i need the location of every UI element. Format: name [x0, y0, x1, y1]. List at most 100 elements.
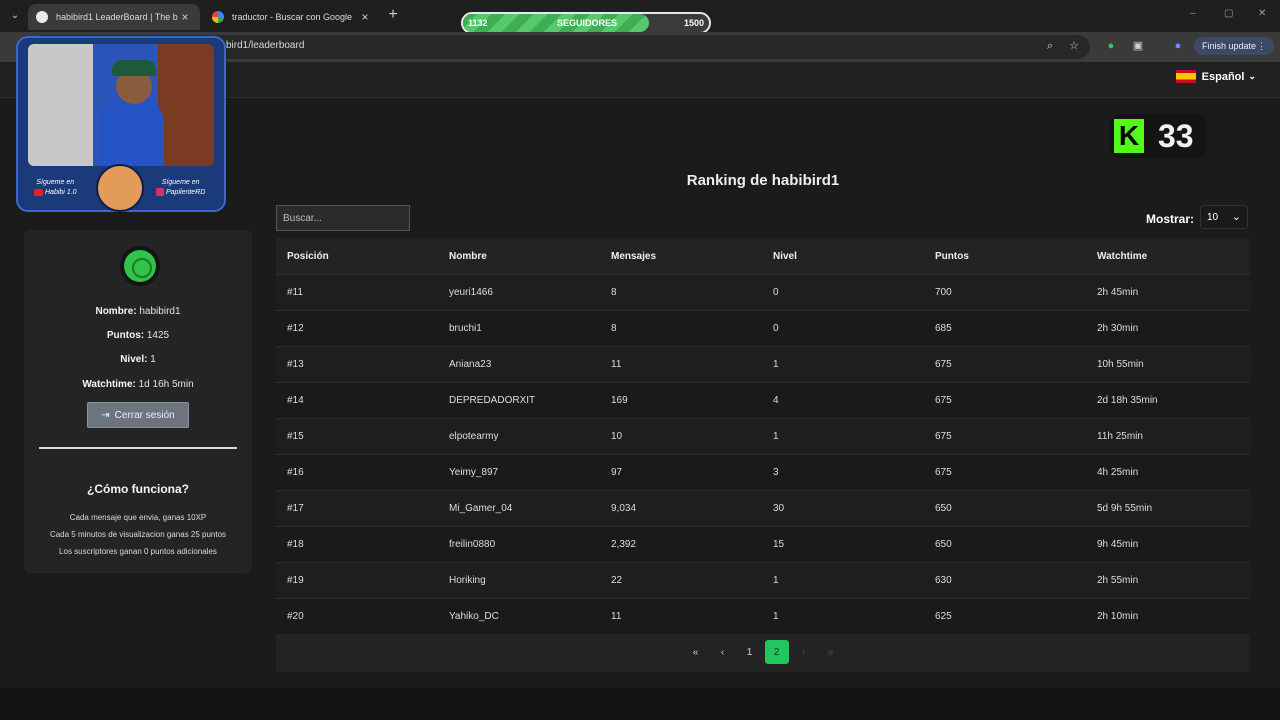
header-points[interactable]: Puntos [924, 251, 1086, 262]
table-header: Posición Nombre Mensajes Nivel Puntos Wa… [276, 238, 1250, 274]
extensions-puzzle-icon[interactable]: ▣ [1131, 39, 1145, 53]
header-name[interactable]: Nombre [438, 251, 600, 262]
cell-messages: 11 [611, 359, 622, 370]
cell-watchtime: 2h 30min [1097, 323, 1139, 334]
site-favicon-icon [36, 11, 48, 23]
spain-flag-icon [1175, 70, 1196, 83]
table-row: #13 Aniana23 11 1 675 10h 55min [276, 346, 1250, 382]
rule-line: Los suscriptores ganan 0 puntos adiciona… [59, 547, 217, 556]
cell-position: #18 [287, 539, 304, 550]
cell-watchtime: 11h 25min [1097, 431, 1143, 442]
kebab-menu-icon[interactable]: ⋮ [1257, 41, 1266, 52]
instagram-handle: Sígueme en PapilenteRD [156, 178, 205, 198]
header-watchtime[interactable]: Watchtime [1086, 251, 1248, 262]
chevron-down-icon: ⌄ [1231, 211, 1241, 223]
table-body: #11 yeuri1466 8 0 700 2h 45min #12 bruchi1 8 0 685… [276, 274, 1250, 634]
cell-position: #17 [287, 503, 304, 514]
cell-level: 1 [773, 611, 779, 622]
cell-points: 700 [935, 287, 952, 298]
profile-watchtime: Watchtime: 1d 16h 5min [82, 379, 194, 390]
tab-title: habibird1 LeaderBoard | The best [56, 12, 178, 22]
cell-name: yeuri1466 [449, 287, 493, 298]
last-page-button[interactable]: » [819, 640, 843, 664]
cell-name: Mi_Gamer_04 [449, 503, 513, 514]
tab-search-chevron-icon[interactable]: ⌄ [6, 7, 24, 25]
prev-page-button[interactable]: ‹ [711, 640, 735, 664]
header-level[interactable]: Nivel [762, 251, 924, 262]
search-input[interactable] [276, 205, 410, 231]
header-messages[interactable]: Mensajes [600, 251, 762, 262]
extension-icon[interactable]: ● [1104, 39, 1118, 53]
page-2-button[interactable]: 2 [764, 640, 789, 664]
new-tab-button[interactable]: + [386, 6, 400, 24]
language-selector[interactable]: Español ⌄ [1175, 70, 1256, 83]
followers-goal: 1500 [683, 18, 704, 28]
cell-watchtime: 9h 45min [1097, 539, 1139, 550]
maximize-icon[interactable]: ▢ [1224, 8, 1233, 19]
cell-position: #11 [287, 287, 303, 298]
page-size-select[interactable]: 10 ⌄ [1200, 205, 1248, 229]
bookmark-star-icon[interactable]: ☆ [1067, 39, 1081, 53]
cell-level: 1 [773, 431, 779, 442]
cell-watchtime: 10h 55min [1097, 359, 1144, 370]
table-row: #16 Yeimy_897 97 3 675 4h 25min [276, 454, 1250, 490]
cell-level: 3 [773, 467, 779, 478]
close-tab-icon[interactable]: × [178, 10, 192, 24]
cell-level: 15 [773, 539, 785, 550]
cell-level: 0 [773, 323, 779, 334]
sign-out-icon: ⇥ [101, 409, 110, 421]
webcam-video [28, 44, 214, 166]
cell-position: #19 [287, 575, 304, 586]
chevron-down-icon: ⌄ [1248, 71, 1256, 81]
table-row: #11 yeuri1466 8 0 700 2h 45min [276, 274, 1250, 310]
close-window-icon[interactable]: ✕ [1258, 8, 1266, 19]
cell-watchtime: 2h 55min [1097, 575, 1139, 586]
finish-update-button[interactable]: Finish update ⋮ [1194, 37, 1274, 55]
divider [39, 447, 237, 449]
header-position[interactable]: Posición [276, 251, 438, 262]
cell-name: bruchi1 [449, 323, 482, 334]
table-row: #12 bruchi1 8 0 685 2h 30min [276, 310, 1250, 346]
cell-messages: 169 [611, 395, 628, 406]
cell-points: 650 [935, 539, 952, 550]
cell-messages: 2,392 [611, 539, 637, 550]
table-row: #19 Horiking 22 1 630 2h 55min [276, 562, 1250, 598]
page-1-button[interactable]: 1 [738, 640, 762, 664]
page-title: Ranking de habibird1 [686, 172, 840, 189]
table-row: #14 DEPREDADORXIT 169 4 675 2d 18h 35min [276, 382, 1250, 418]
profile-points: Puntos: 1425 [106, 330, 170, 341]
webcam-overlay: Sígueme en Habibi 1.0 Sígueme en Papilen… [16, 36, 226, 212]
instagram-icon [156, 188, 164, 197]
close-tab-icon[interactable]: × [358, 10, 372, 24]
profile-avatar-icon[interactable]: ● [1171, 39, 1185, 53]
followers-goal-bar: 1132 SEGUIDORES 1500 [461, 12, 711, 34]
profile-name: Nombre: habibird1 [95, 306, 181, 317]
minimize-icon[interactable]: – [1190, 8, 1196, 19]
next-page-button[interactable]: › [792, 640, 816, 664]
cell-messages: 8 [611, 287, 617, 298]
logout-button[interactable]: ⇥ Cerrar sesión [87, 402, 189, 428]
tab-leaderboard[interactable]: habibird1 LeaderBoard | The best × [28, 4, 200, 30]
kick-count: 33 [1158, 117, 1194, 154]
cell-points: 625 [935, 611, 952, 622]
table-row: #20 Yahiko_DC 11 1 625 2h 10min [276, 598, 1250, 634]
cell-level: 4 [773, 395, 779, 406]
cell-level: 1 [773, 359, 779, 370]
table-row: #17 Mi_Gamer_04 9,034 30 650 5d 9h 55min [276, 490, 1250, 526]
cell-name: DEPREDADORXIT [449, 395, 536, 406]
streamer-mascot-avatar [96, 164, 144, 212]
address-url[interactable]: bird1/leaderboard [226, 40, 304, 51]
cell-points: 675 [935, 395, 952, 406]
zoom-icon[interactable]: ⌕ [1043, 39, 1057, 53]
first-page-button[interactable]: « [684, 640, 708, 664]
cell-position: #15 [287, 431, 304, 442]
followers-current: 1132 [468, 18, 488, 28]
finish-update-label: Finish update [1202, 41, 1257, 51]
profile-card: Nombre: habibird1 Puntos: 1425 Nivel: 1 … [24, 230, 252, 573]
youtube-handle: Sígueme en Habibi 1.0 [34, 178, 77, 198]
tab-traductor[interactable]: traductor - Buscar con Google × [204, 4, 380, 30]
table-row: #15 elpotearmy 10 1 675 11h 25min [276, 418, 1250, 454]
cell-watchtime: 2d 18h 35min [1097, 395, 1158, 406]
cell-position: #13 [287, 359, 304, 370]
how-it-works-title: ¿Cómo funciona? [87, 482, 189, 496]
